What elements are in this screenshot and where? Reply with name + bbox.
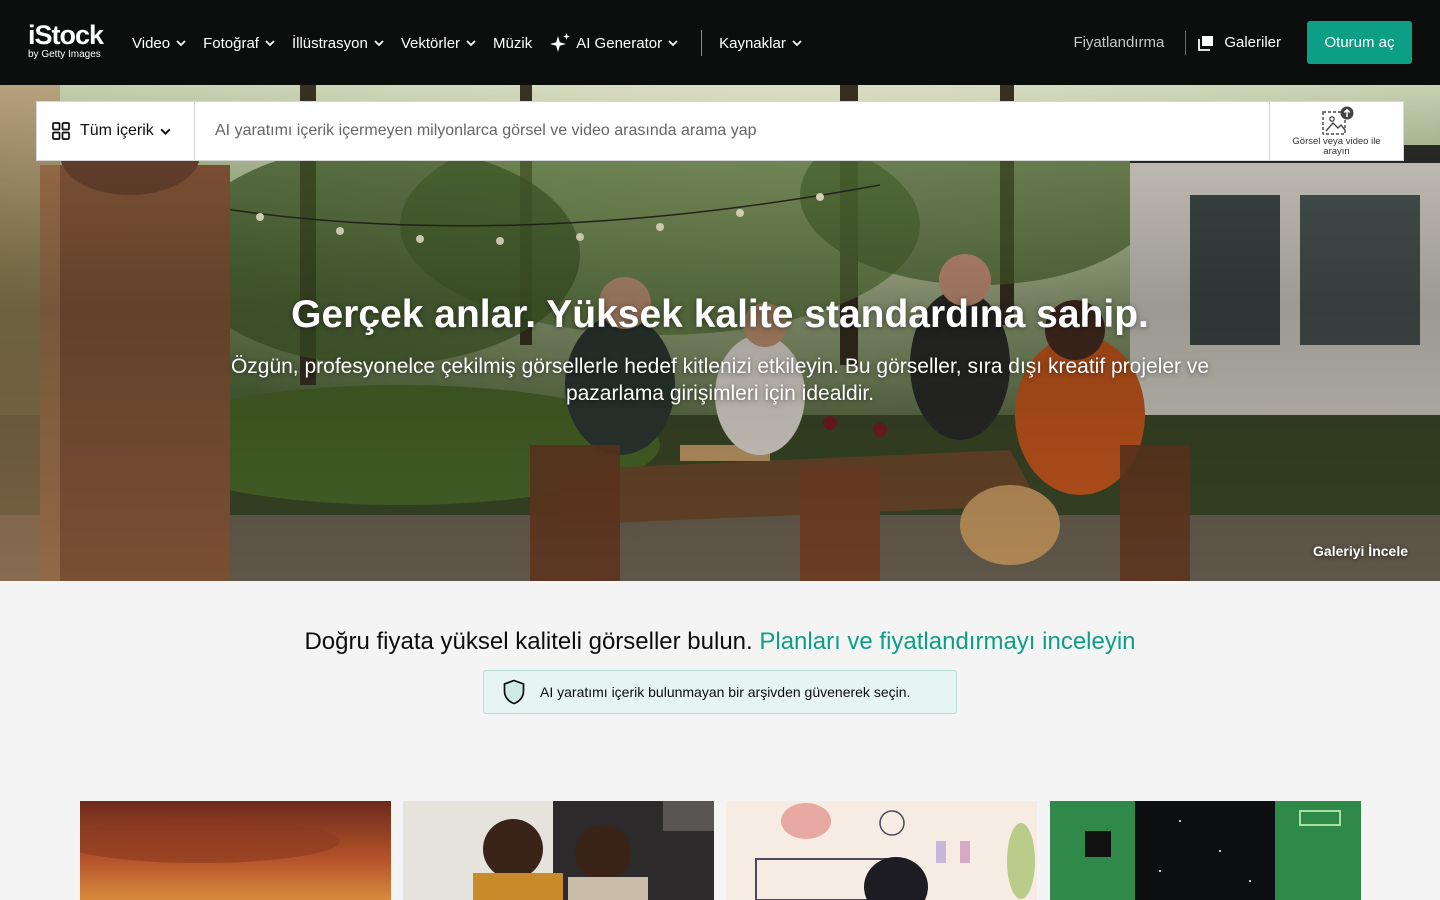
boards-icon: [1198, 35, 1214, 51]
hero-subtitle: Özgün, profesyonelce çekilmiş görsellerl…: [230, 355, 1210, 405]
top-navigation-bar: iStock by Getty Images Video Fotoğraf İl…: [0, 0, 1440, 85]
logo-tagline: by Getty Images: [28, 49, 101, 60]
sign-in-button[interactable]: Oturum aç: [1307, 21, 1412, 64]
nav-item-label: Video: [132, 34, 171, 52]
chevron-down-icon: [668, 40, 678, 47]
header-divider: [1185, 30, 1187, 55]
content-type-label: Tüm içerik: [80, 122, 154, 139]
pricing-promo-text: Doğru fiyata yüksel kaliteli görseller b…: [304, 628, 753, 655]
nav-item-label: Kaynaklar: [719, 34, 786, 52]
collection-tile[interactable]: [403, 801, 714, 900]
sparkle-icon: [550, 33, 571, 52]
trust-banner: AI yaratımı içerik bulunmayan bir arşivd…: [483, 670, 957, 714]
pricing-promo: Doğru fiyata yüksel kaliteli görseller b…: [0, 627, 1440, 657]
plans-pricing-link[interactable]: Planları ve fiyatlandırmayı inceleyin: [759, 628, 1135, 655]
content-type-dropdown[interactable]: Tüm içerik: [37, 102, 195, 160]
hero-title: Gerçek anlar. Yüksek kalite standardına …: [291, 293, 1149, 336]
featured-collections: [80, 801, 1361, 900]
collection-tile[interactable]: [1050, 801, 1361, 900]
nav-item-vectors[interactable]: Vektörler: [401, 35, 477, 52]
explore-gallery-link[interactable]: Galeriyi İncele: [1313, 543, 1408, 559]
visual-search-button[interactable]: Görsel veya video ile arayın: [1269, 102, 1403, 160]
search-bar: Tüm içerik Görsel veya video ile arayın: [36, 101, 1404, 161]
boards-link[interactable]: Galeriler: [1198, 34, 1281, 51]
nav-item-video[interactable]: Video: [132, 35, 187, 52]
shield-icon: [503, 679, 525, 705]
nav-item-photos[interactable]: Fotoğraf: [203, 35, 276, 52]
nav-divider: [701, 30, 703, 56]
istock-logo[interactable]: iStock by Getty Images: [28, 22, 110, 62]
image-upload-icon: [1321, 106, 1353, 135]
collection-tile[interactable]: [726, 801, 1037, 900]
collection-thumbnail: [403, 801, 714, 900]
grid-icon: [52, 122, 70, 140]
collection-thumbnail: [726, 801, 1037, 900]
boards-label: Galeriler: [1224, 34, 1281, 51]
collection-thumbnail: [1050, 801, 1361, 900]
chevron-down-icon: [265, 40, 275, 47]
nav-item-label: Fotoğraf: [203, 34, 259, 52]
nav-item-resources[interactable]: Kaynaklar: [719, 35, 803, 52]
header-actions: Fiyatlandırma Galeriler Oturum aç: [1073, 21, 1412, 64]
chevron-down-icon: [374, 40, 384, 47]
nav-item-music[interactable]: Müzik: [493, 35, 532, 52]
chevron-down-icon: [176, 40, 186, 47]
nav-item-label: Vektörler: [400, 34, 461, 52]
collection-tile[interactable]: [80, 801, 391, 900]
pricing-link[interactable]: Fiyatlandırma: [1073, 34, 1164, 51]
logo-wordmark: iStock: [28, 20, 104, 50]
search-input[interactable]: [195, 102, 1269, 160]
trust-text: AI yaratımı içerik bulunmayan bir arşivd…: [540, 684, 911, 700]
nav-item-label: İllüstrasyon: [291, 34, 368, 52]
chevron-down-icon: [792, 40, 802, 47]
collection-thumbnail: [80, 801, 391, 900]
visual-search-label: Görsel veya video ile arayın: [1292, 135, 1381, 157]
nav-item-label: Müzik: [493, 34, 533, 52]
nav-item-ai-generator[interactable]: AI Generator: [548, 31, 679, 55]
chevron-down-icon: [160, 128, 171, 135]
nav-item-label: AI Generator: [576, 34, 663, 52]
chevron-down-icon: [466, 40, 476, 47]
nav-item-illustrations[interactable]: İllüstrasyon: [292, 35, 385, 52]
main-nav: Video Fotoğraf İllüstrasyon Vektörler Mü…: [132, 30, 819, 56]
